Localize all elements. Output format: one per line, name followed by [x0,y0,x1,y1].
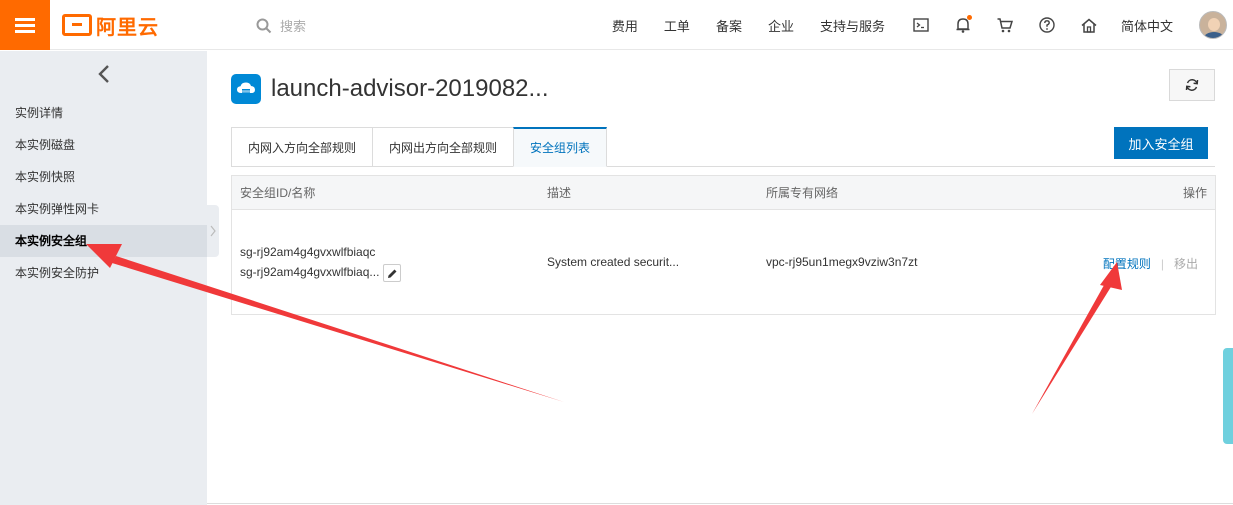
table-header: 安全组ID/名称 描述 所属专有网络 操作 [232,176,1215,210]
security-group-vpc: vpc-rj95un1megx9vziw3n7zt [766,255,918,269]
column-vpc: 所属专有网络 [766,186,839,200]
search-input[interactable]: 搜索 [280,16,306,35]
tab-ingress-rules[interactable]: 内网入方向全部规则 [231,127,373,167]
ecs-instance-icon [231,74,261,104]
tab-bar: 内网入方向全部规则 内网出方向全部规则 安全组列表 [231,127,608,167]
column-description: 描述 [547,186,572,200]
main-content: launch-advisor-2019082... 内网入方向全部规则 内网出方… [207,51,1233,505]
security-group-id: sg-rj92am4g4gvxwlfbiaqc [240,245,376,259]
tab-security-group-list[interactable]: 安全组列表 [513,127,608,167]
pencil-icon [387,269,397,278]
refresh-icon [1185,79,1199,91]
search-box[interactable]: 搜索 [256,16,306,35]
sidebar: 实例详情 本实例磁盘 本实例快照 本实例弹性网卡 本实例安全组 本实例安全防护 [0,51,207,505]
sidebar-item-instance-details[interactable]: 实例详情 [0,97,207,129]
sidebar-item-security-groups[interactable]: 本实例安全组 [0,225,207,257]
column-operations: 操作 [1182,186,1207,200]
security-group-name-cell: sg-rj92am4g4gvxwlfbiaq... [240,264,402,282]
column-id-name: 安全组ID/名称 [240,186,316,200]
footer-divider [207,503,1233,504]
configure-rules-link[interactable]: 配置规则 [1103,257,1151,271]
bell-icon[interactable] [953,15,973,35]
help-icon[interactable] [1037,15,1057,35]
notification-dot [966,15,972,20]
table-row: sg-rj92am4g4gvxwlfbiaqc sg-rj92am4g4gvxw… [232,210,1215,314]
sidebar-back-button[interactable] [0,51,207,97]
refresh-button[interactable] [1169,69,1215,101]
home-icon[interactable] [1079,15,1099,35]
brand-name: 阿里云 [96,16,159,39]
nav-enterprise[interactable]: 企业 [768,16,794,35]
tab-egress-rules[interactable]: 内网出方向全部规则 [372,127,514,167]
hamburger-icon [15,23,35,27]
nav-billing[interactable]: 费用 [612,16,638,35]
nav-tickets[interactable]: 工单 [664,16,690,35]
sidebar-item-eni[interactable]: 本实例弹性网卡 [0,193,207,225]
top-bar: 阿里云 搜索 费用 工单 备案 企业 支持与服务 简体中文 [0,0,1233,50]
avatar[interactable] [1199,11,1227,39]
aliyun-logo-icon [62,14,92,36]
action-separator: | [1160,257,1164,271]
language-switch[interactable]: 简体中文 [1121,16,1173,35]
security-group-description: System created securit... [547,255,680,269]
cart-icon[interactable] [995,15,1015,35]
edit-name-button[interactable] [383,264,402,282]
chevron-left-icon [97,65,109,83]
nav-support[interactable]: 支持与服务 [820,16,885,35]
remove-link[interactable]: 移出 [1174,257,1198,271]
sidebar-item-security-protection[interactable]: 本实例安全防护 [0,257,207,289]
instance-header: launch-advisor-2019082... [231,73,549,105]
sidebar-item-snapshots[interactable]: 本实例快照 [0,161,207,193]
nav-icp[interactable]: 备案 [716,16,742,35]
page-title: launch-advisor-2019082... [271,75,549,102]
row-actions: 配置规则 | 移出 [1103,255,1198,272]
terminal-icon[interactable] [911,15,931,35]
security-group-name: sg-rj92am4g4gvxwlfbiaq... [240,265,380,280]
search-icon [256,18,272,33]
console-app: 阿里云 搜索 费用 工单 备案 企业 支持与服务 简体中文 实例详情 本实例磁盘… [0,0,1233,505]
sidebar-item-disks[interactable]: 本实例磁盘 [0,129,207,161]
add-security-group-button[interactable]: 加入安全组 [1114,127,1208,159]
brand-logo[interactable]: 阿里云 [62,12,159,39]
top-nav: 费用 工单 备案 企业 支持与服务 简体中文 [612,0,1233,50]
menu-button[interactable] [0,0,50,50]
security-group-table: 安全组ID/名称 描述 所属专有网络 操作 sg-rj92am4g4gvxwlf… [231,175,1216,315]
floating-contact-tab[interactable] [1223,348,1233,444]
